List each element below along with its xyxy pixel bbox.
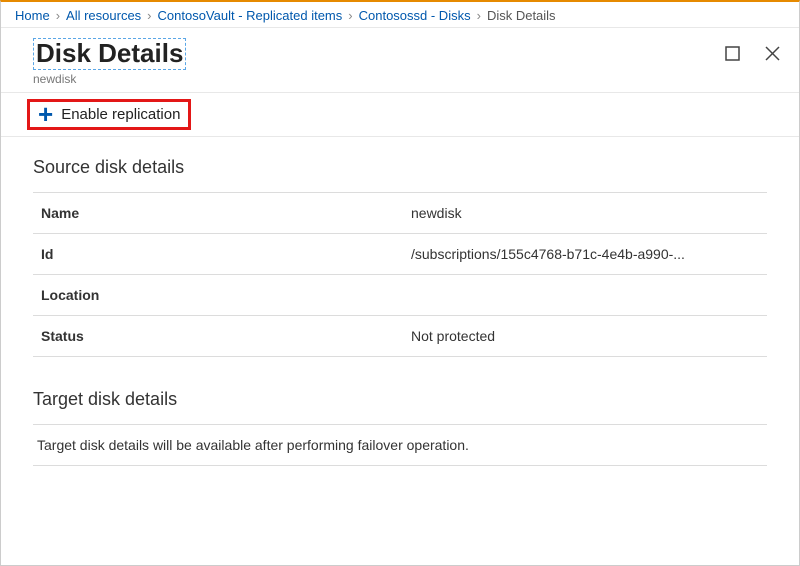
chevron-right-icon: ›	[477, 8, 481, 23]
chevron-right-icon: ›	[348, 8, 352, 23]
target-section-message: Target disk details will be available af…	[33, 424, 767, 466]
breadcrumb-disks[interactable]: Contosossd - Disks	[359, 8, 471, 23]
location-label: Location	[33, 274, 403, 315]
blade-header: Disk Details newdisk	[1, 28, 799, 92]
chevron-right-icon: ›	[56, 8, 60, 23]
table-row: Id /subscriptions/155c4768-b71c-4e4b-a99…	[33, 233, 767, 274]
status-label: Status	[33, 315, 403, 356]
name-value: newdisk	[403, 192, 767, 233]
plus-icon: +	[38, 107, 53, 121]
breadcrumb-vault[interactable]: ContosoVault - Replicated items	[158, 8, 343, 23]
table-row: Location	[33, 274, 767, 315]
id-value: /subscriptions/155c4768-b71c-4e4b-a990-.…	[403, 233, 767, 274]
close-icon[interactable]	[763, 44, 781, 62]
enable-replication-button[interactable]: + Enable replication	[27, 99, 191, 130]
breadcrumb: Home › All resources › ContosoVault - Re…	[1, 2, 799, 28]
breadcrumb-home[interactable]: Home	[15, 8, 50, 23]
location-value	[403, 274, 767, 315]
source-details-table: Name newdisk Id /subscriptions/155c4768-…	[33, 192, 767, 357]
status-value: Not protected	[403, 315, 767, 356]
page-title: Disk Details	[33, 38, 186, 70]
table-row: Status Not protected	[33, 315, 767, 356]
enable-replication-label: Enable replication	[61, 106, 180, 123]
target-section-title: Target disk details	[33, 389, 767, 410]
breadcrumb-current: Disk Details	[487, 8, 556, 23]
source-section-title: Source disk details	[33, 157, 767, 178]
maximize-icon[interactable]	[723, 44, 741, 62]
chevron-right-icon: ›	[147, 8, 151, 23]
command-bar: + Enable replication	[1, 92, 799, 137]
id-label: Id	[33, 233, 403, 274]
name-label: Name	[33, 192, 403, 233]
table-row: Name newdisk	[33, 192, 767, 233]
breadcrumb-all-resources[interactable]: All resources	[66, 8, 141, 23]
page-subtitle: newdisk	[33, 72, 186, 86]
